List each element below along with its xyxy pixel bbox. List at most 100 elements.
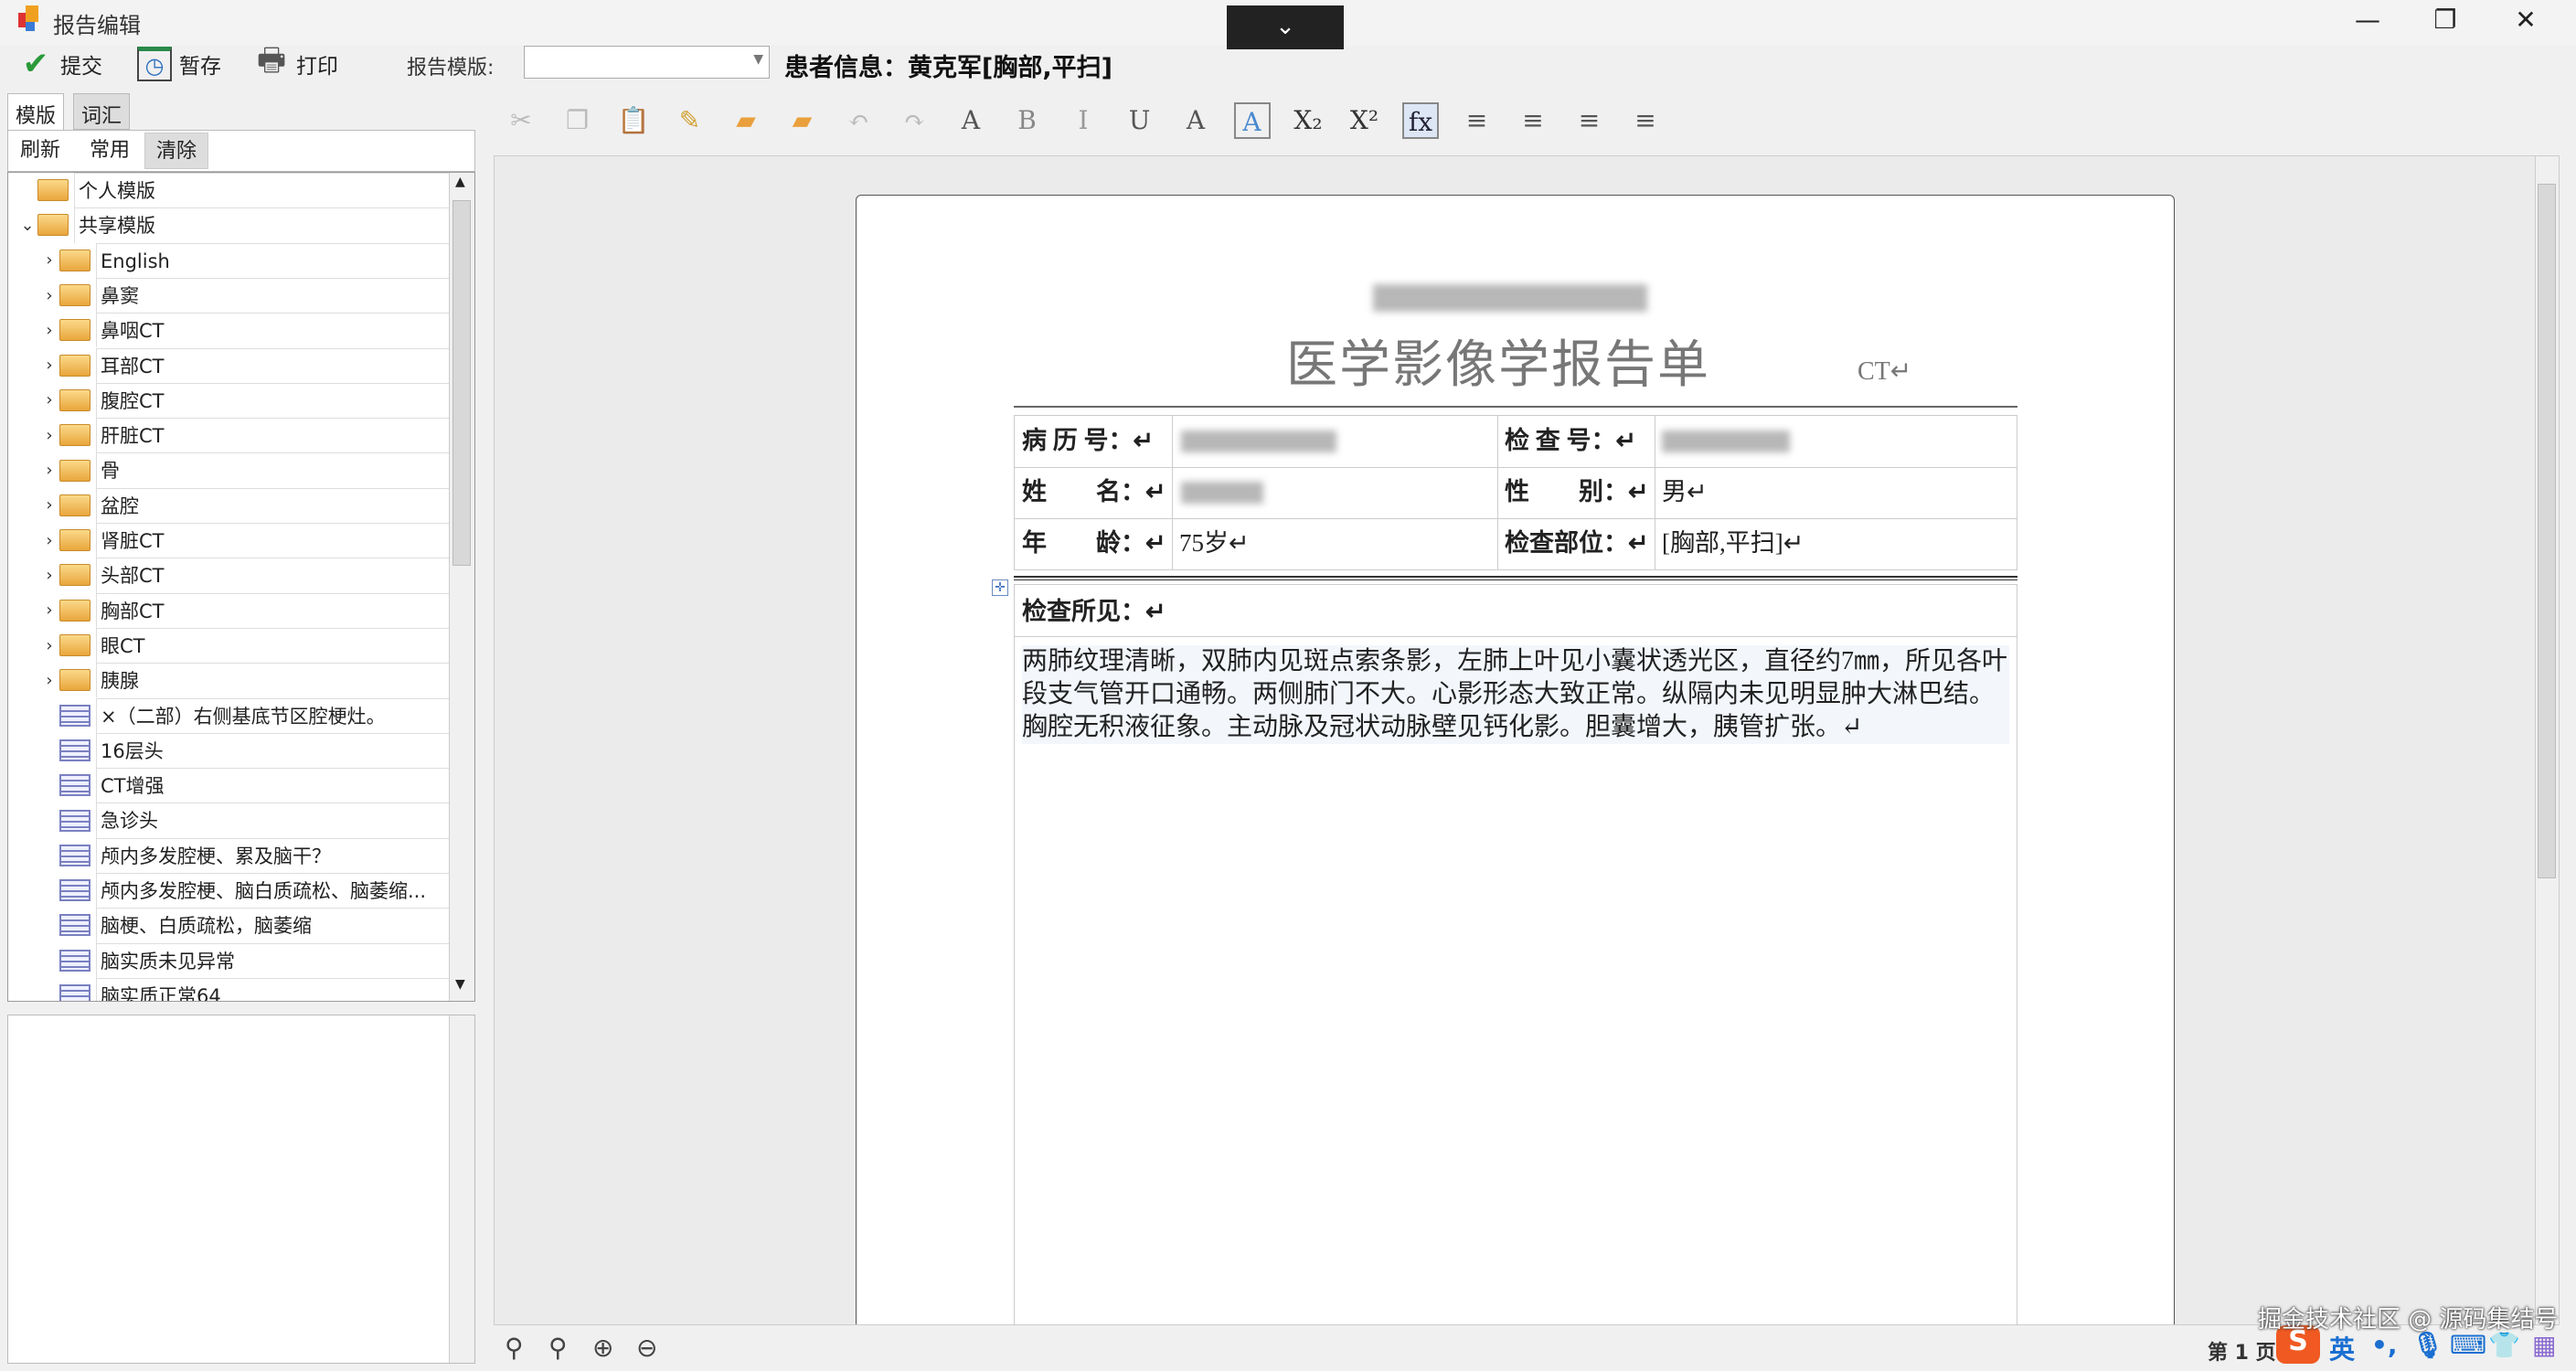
checkmark-icon: ✔ xyxy=(22,46,49,82)
zoom-out-icon[interactable]: ⊖ xyxy=(636,1333,657,1363)
exam-part-label: 检查部位：↵ xyxy=(1505,529,1649,557)
tree-item[interactable]: › 耳部CT xyxy=(8,347,449,383)
scroll-thumb[interactable] xyxy=(452,200,471,566)
expand-chevron-icon[interactable]: › xyxy=(39,390,59,409)
tree-item[interactable]: › 骨 xyxy=(8,452,449,488)
font-color-icon[interactable]: A xyxy=(1177,102,1214,139)
tree-item[interactable]: 16层头 xyxy=(8,732,449,769)
tree-item[interactable]: › English xyxy=(8,242,449,278)
collapse-chevron-icon[interactable]: ⌄ xyxy=(17,216,37,235)
scroll-up-icon[interactable]: ▲ xyxy=(455,175,465,189)
format-painter-icon[interactable]: ✎ xyxy=(672,102,708,139)
tree-scrollbar[interactable]: ▲ ▼ xyxy=(449,173,474,1001)
expand-chevron-icon[interactable]: › xyxy=(39,671,59,690)
exam-part-value[interactable]: [胸部,平扫]↵ xyxy=(1655,518,1804,568)
minimize-button[interactable]: — xyxy=(2336,2,2400,38)
tree-item[interactable]: 脑实质未见异常 xyxy=(8,942,449,978)
document-scrollbar[interactable] xyxy=(2535,156,2559,1324)
tree-item[interactable]: ×（二部）右侧基底节区腔梗灶。 xyxy=(8,697,449,733)
tree-item[interactable]: CT增强 xyxy=(8,768,449,803)
paste-icon[interactable]: 📋 xyxy=(615,102,652,139)
zoom-fit-icon[interactable]: ⚲ xyxy=(505,1333,524,1363)
tree-item[interactable]: ⌄ 共享模版 xyxy=(8,207,449,243)
expand-chevron-icon[interactable]: › xyxy=(39,461,59,480)
save-draft-button[interactable]: ◷ 暂存 xyxy=(137,44,221,84)
tree-item-label: 颅内多发腔梗、累及脑干？ xyxy=(96,837,449,873)
font-icon[interactable]: A xyxy=(953,102,989,139)
redo-icon[interactable]: ↷ xyxy=(897,102,933,139)
table-move-handle-icon[interactable]: ✛ xyxy=(992,579,1008,596)
tree-item[interactable]: › 腹腔CT xyxy=(8,382,449,419)
expand-chevron-icon[interactable]: › xyxy=(39,321,59,340)
export-folder-icon[interactable]: ▰ xyxy=(784,102,821,139)
tree-item[interactable]: › 眼CT xyxy=(8,627,449,664)
scroll-down-icon[interactable]: ▼ xyxy=(455,977,465,992)
document-scroll-thumb[interactable] xyxy=(2538,184,2556,878)
zoom-in-icon[interactable]: ⊕ xyxy=(592,1333,613,1363)
tree-item[interactable]: › 胰腺 xyxy=(8,663,449,698)
tree-item[interactable]: 脑实质正常64 xyxy=(8,977,449,1001)
tree-item[interactable]: › 头部CT xyxy=(8,558,449,593)
justify-icon[interactable]: ≡ xyxy=(1627,102,1664,139)
ime-language[interactable]: 英 xyxy=(2329,1330,2355,1366)
expand-chevron-icon[interactable]: › xyxy=(39,600,59,620)
tree-item[interactable]: › 胸部CT xyxy=(8,592,449,628)
align-right-icon[interactable]: ≡ xyxy=(1515,102,1551,139)
preview-scrollbar[interactable] xyxy=(449,1015,474,1363)
italic-icon[interactable]: I xyxy=(1065,102,1102,139)
sex-label: 性 别：↵ xyxy=(1505,478,1649,505)
maximize-button[interactable]: ❐ xyxy=(2413,2,2477,38)
age-value[interactable]: 75岁↵ xyxy=(1172,518,1250,568)
zoom-100-icon[interactable]: ⚲ xyxy=(548,1333,568,1363)
expand-chevron-icon[interactable]: › xyxy=(39,250,59,270)
formula-icon[interactable]: fx xyxy=(1402,102,1439,139)
common-button[interactable]: 常用 xyxy=(79,133,141,169)
sex-value[interactable]: 男↵ xyxy=(1655,467,1708,516)
template-select[interactable]: ▼ xyxy=(524,46,770,79)
refresh-button[interactable]: 刷新 xyxy=(9,133,71,169)
tree-item-label: 16层头 xyxy=(96,732,449,769)
tab-vocabulary[interactable]: 词汇 xyxy=(73,93,131,130)
tree-item[interactable]: › 鼻咽CT xyxy=(8,313,449,348)
tree-item-label: 头部CT xyxy=(96,558,449,593)
dropdown-chevron-icon[interactable]: ⌄ xyxy=(1227,5,1344,49)
expand-chevron-icon[interactable]: › xyxy=(39,356,59,375)
print-button[interactable]: 🖶 打印 xyxy=(254,42,338,84)
expand-chevron-icon[interactable]: › xyxy=(39,426,59,445)
findings-text[interactable]: 两肺纹理清晰，双肺内见斑点索条影，左肺上叶见小囊状透光区，直径约7㎜，所见各叶段… xyxy=(1022,645,2009,744)
cut-icon[interactable]: ✂ xyxy=(503,102,539,139)
submit-button[interactable]: ✔ 提交 xyxy=(18,44,102,84)
align-center-icon[interactable]: ≡ xyxy=(1571,102,1608,139)
open-folder-icon[interactable]: ▰ xyxy=(728,102,764,139)
tree-item[interactable]: 颅内多发腔梗、累及脑干？ xyxy=(8,837,449,873)
subscript-icon[interactable]: X₂ xyxy=(1290,102,1326,139)
tree-item[interactable]: › 盆腔 xyxy=(8,487,449,523)
tree-item[interactable]: › 肝脏CT xyxy=(8,418,449,453)
tree-item[interactable]: 脑梗、白质疏松，脑萎缩 xyxy=(8,908,449,943)
highlight-icon[interactable]: A xyxy=(1233,102,1271,139)
tree-item[interactable]: 急诊头 xyxy=(8,802,449,838)
close-button[interactable]: ✕ xyxy=(2494,2,2558,38)
clock-icon: ◷ xyxy=(137,47,172,81)
align-left-icon[interactable]: ≡ xyxy=(1459,102,1496,139)
tree-item[interactable]: 颅内多发腔梗、脑白质疏松、脑萎缩... xyxy=(8,873,449,909)
bold-icon[interactable]: B xyxy=(1009,102,1046,139)
expand-chevron-icon[interactable]: › xyxy=(39,636,59,655)
expand-chevron-icon[interactable]: › xyxy=(39,286,59,305)
expand-chevron-icon[interactable]: › xyxy=(39,495,59,515)
tree-item[interactable]: › 鼻窦 xyxy=(8,277,449,314)
underline-icon[interactable]: U xyxy=(1122,102,1158,139)
superscript-icon[interactable]: X² xyxy=(1347,102,1383,139)
template-document-icon xyxy=(59,879,90,902)
folder-icon xyxy=(59,564,90,587)
tree-item[interactable]: 个人模版 xyxy=(8,173,449,208)
tab-templates[interactable]: 模版 xyxy=(7,93,65,132)
folder-icon xyxy=(59,459,90,482)
copy-icon[interactable]: ❐ xyxy=(559,102,596,139)
tree-item[interactable]: › 肾脏CT xyxy=(8,523,449,558)
clear-button[interactable]: 清除 xyxy=(144,133,209,169)
undo-icon[interactable]: ↶ xyxy=(840,102,877,139)
folder-icon xyxy=(59,599,90,622)
expand-chevron-icon[interactable]: › xyxy=(39,566,59,585)
expand-chevron-icon[interactable]: › xyxy=(39,531,59,550)
